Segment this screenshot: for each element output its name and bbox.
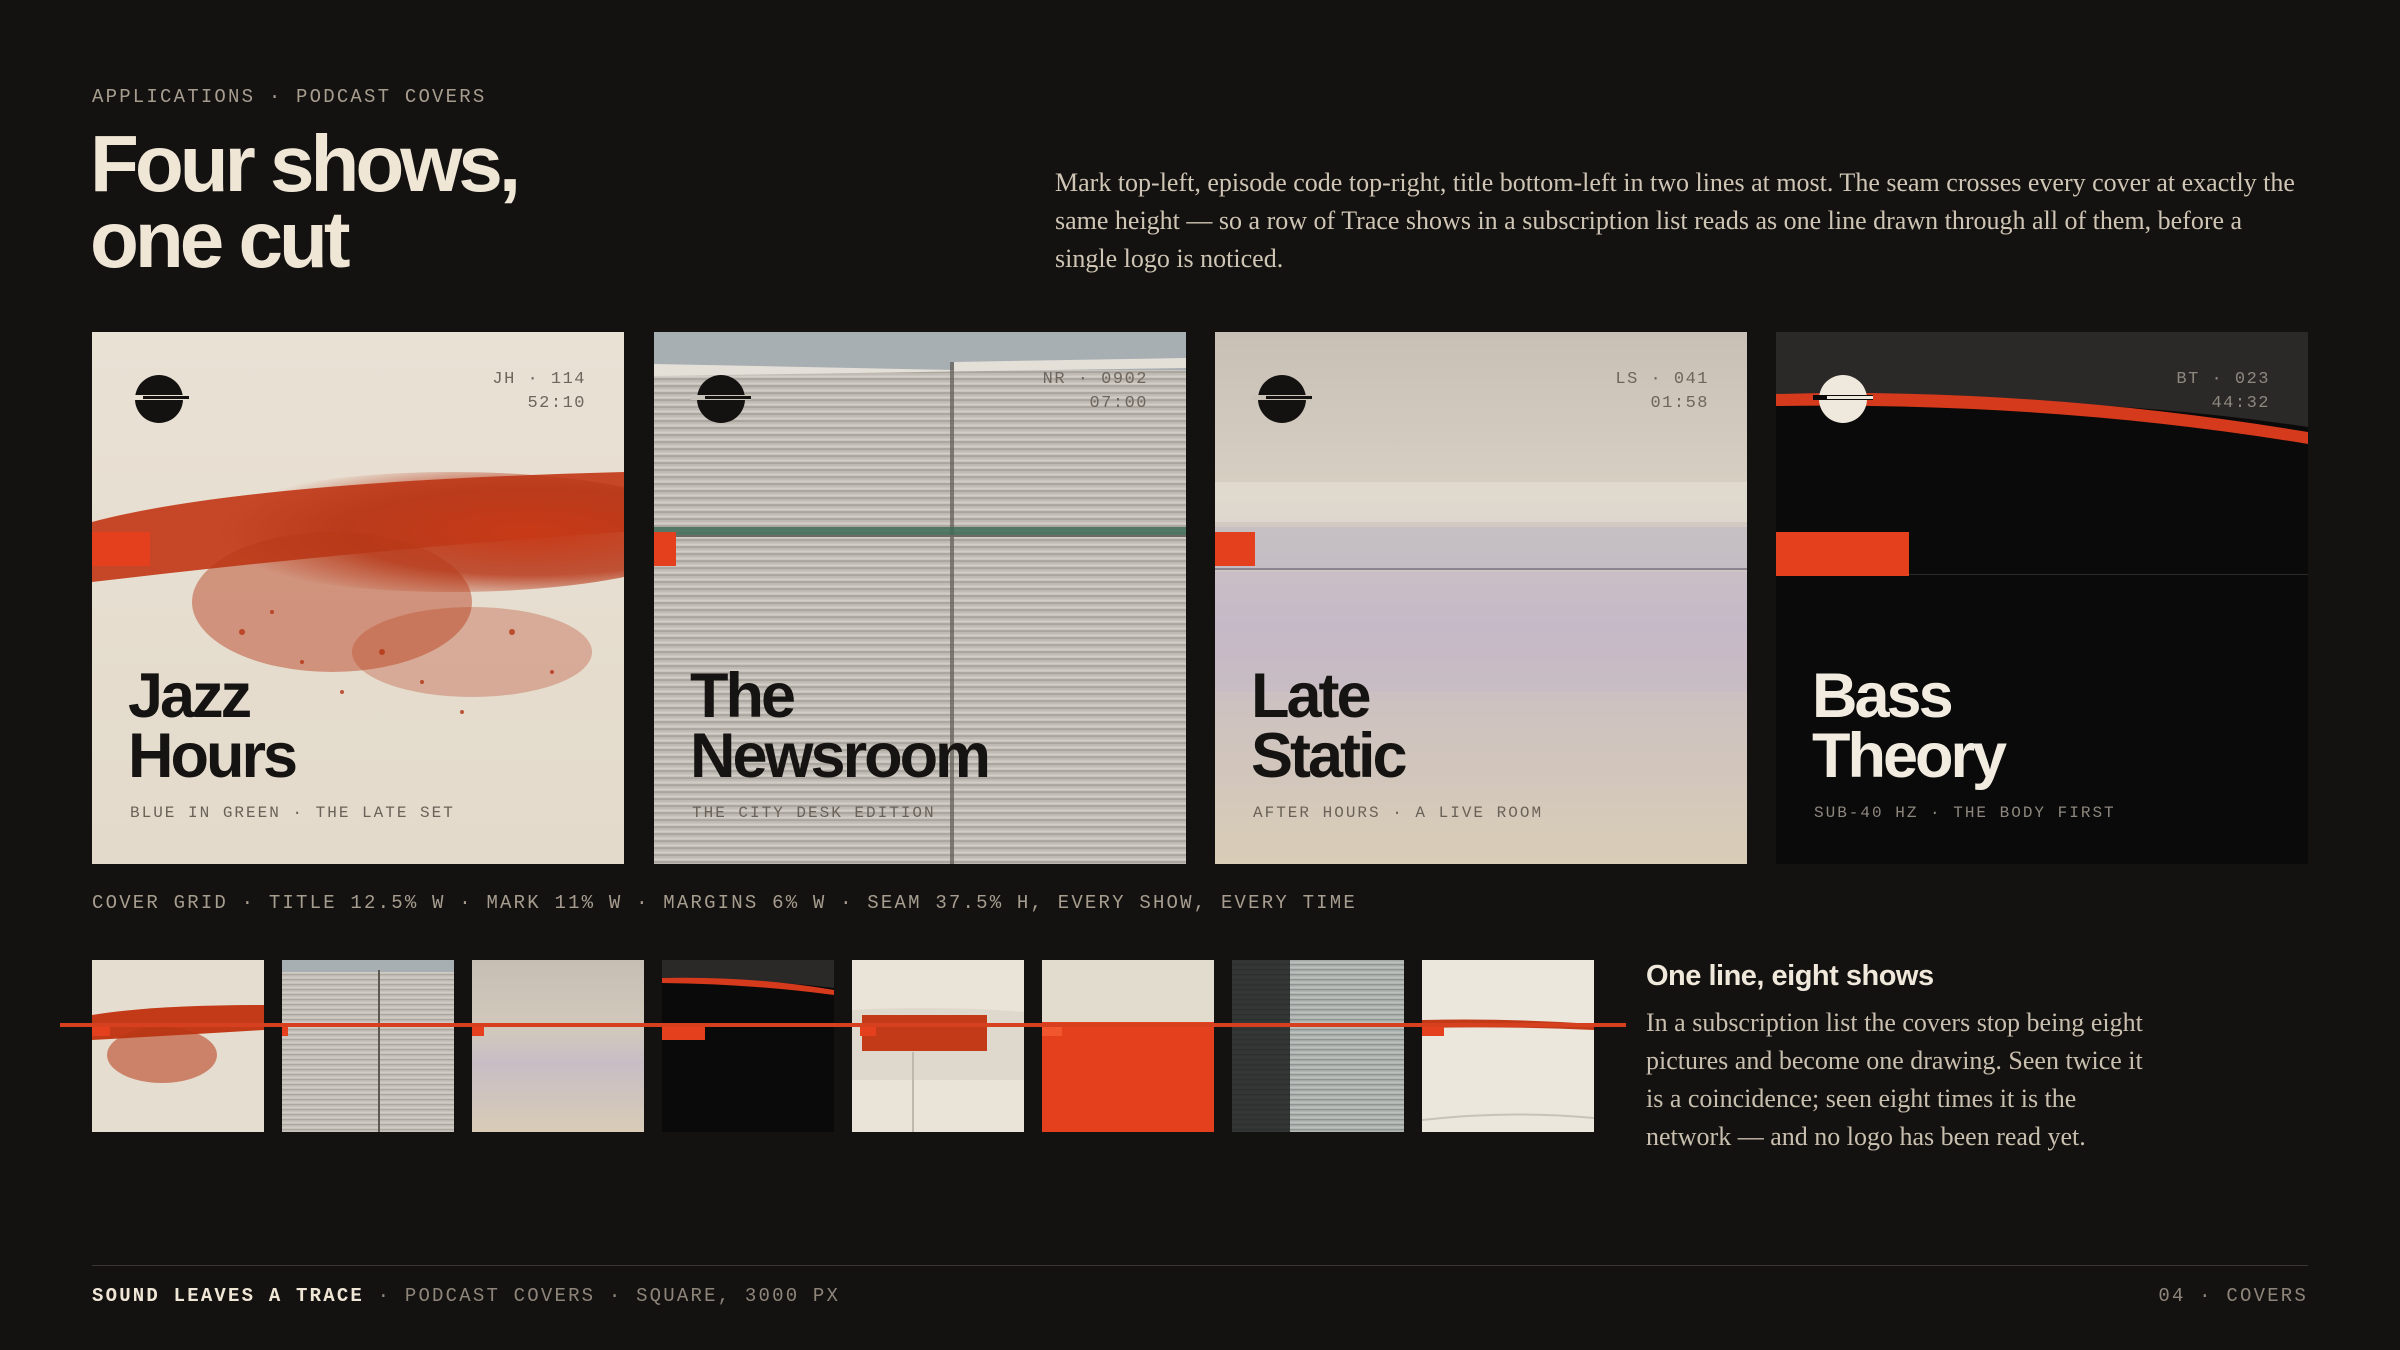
page-title-line-1: Four shows, bbox=[90, 119, 521, 208]
episode-duration: 52:10 bbox=[527, 394, 586, 413]
seam-line bbox=[60, 1023, 1626, 1027]
episode-number: NR · 0902 bbox=[1042, 370, 1148, 389]
show-title-line-1: Late bbox=[1251, 661, 1372, 731]
trace-mark-icon bbox=[1252, 375, 1312, 423]
show-title: Jazz Hours bbox=[128, 661, 298, 791]
thumbnail-art bbox=[282, 960, 454, 1132]
show-title-line-2: Theory bbox=[1812, 721, 2007, 791]
show-title: Bass Theory bbox=[1812, 661, 2007, 791]
footer-divider bbox=[92, 1265, 2308, 1266]
thumbnail-art bbox=[852, 1007, 1024, 1132]
show-title-line-1: Jazz bbox=[128, 661, 252, 731]
show-title-line-2: Newsroom bbox=[690, 721, 991, 791]
seam-tab bbox=[1215, 532, 1255, 566]
eyebrow: APPLICATIONS · PODCAST COVERS bbox=[92, 86, 487, 108]
show-subtitle: BLUE IN GREEN · THE LATE SET bbox=[130, 804, 455, 822]
show-subtitle: THE CITY DESK EDITION bbox=[692, 804, 936, 822]
footer-left: SOUND LEAVES A TRACE · PODCAST COVERS · … bbox=[92, 1285, 840, 1307]
section-body: In a subscription list the covers stop b… bbox=[1646, 1008, 2143, 1151]
episode-code: NR · 0902 07:00 bbox=[1043, 368, 1148, 416]
show-title: The Newsroom bbox=[690, 661, 991, 791]
show-subtitle: AFTER HOURS · A LIVE ROOM bbox=[1253, 804, 1544, 822]
thumbnail-cover[interactable] bbox=[282, 960, 454, 1132]
cover-the-newsroom[interactable]: NR · 0902 07:00 The Newsroom THE CITY DE… bbox=[654, 332, 1186, 864]
cover-bass-theory[interactable]: BT · 023 44:32 Bass Theory SUB-40 HZ · T… bbox=[1776, 332, 2308, 864]
episode-code: JH · 114 52:10 bbox=[492, 368, 586, 416]
show-subtitle: SUB-40 HZ · THE BODY FIRST bbox=[1814, 804, 2116, 822]
episode-code: BT · 023 44:32 bbox=[2176, 368, 2270, 416]
footer-details: · PODCAST COVERS · SQUARE, 3000 PX bbox=[364, 1285, 841, 1307]
cover-jazz-hours[interactable]: JH · 114 52:10 Jazz Hours BLUE IN GREEN … bbox=[92, 332, 624, 864]
page-title-line-2: one cut bbox=[90, 195, 350, 284]
episode-number: LS · 041 bbox=[1615, 370, 1709, 389]
intro-paragraph: Mark top-left, episode code top-right, t… bbox=[1055, 168, 2295, 273]
thumbnail-art bbox=[1232, 960, 1290, 1132]
show-title-line-2: Hours bbox=[128, 721, 298, 791]
thumbnail-art bbox=[1042, 1022, 1214, 1132]
trace-mark-icon bbox=[691, 375, 751, 423]
episode-number: JH · 114 bbox=[492, 370, 586, 389]
page-title: Four shows, one cut bbox=[90, 119, 521, 284]
cover-late-static[interactable]: LS · 041 01:58 Late Static AFTER HOURS ·… bbox=[1215, 332, 1747, 864]
seam-tab bbox=[654, 532, 676, 566]
footer-page-number: 04 · COVERS bbox=[2158, 1285, 2308, 1307]
thumbnail-cover[interactable] bbox=[662, 960, 834, 1132]
show-title-line-2: Static bbox=[1251, 721, 1408, 791]
show-title-line-1: The bbox=[690, 661, 796, 731]
section-title: One line, eight shows bbox=[1646, 960, 1934, 992]
thumbnail-cover[interactable] bbox=[472, 960, 644, 1132]
seam-tab bbox=[92, 532, 150, 566]
thumbnail-art bbox=[472, 1026, 484, 1036]
episode-code: LS · 041 01:58 bbox=[1615, 368, 1709, 416]
show-title-line-1: Bass bbox=[1812, 661, 1954, 731]
thumbnail-art bbox=[662, 960, 834, 1040]
thumbnail-cover[interactable] bbox=[1042, 960, 1214, 1132]
episode-duration: 01:58 bbox=[1650, 394, 1709, 413]
seam-tab bbox=[1776, 532, 1909, 576]
thumbnail-cover[interactable] bbox=[92, 960, 264, 1132]
grid-caption: COVER GRID · TITLE 12.5% W · MARK 11% W … bbox=[92, 892, 1357, 914]
footer-brand: SOUND LEAVES A TRACE bbox=[92, 1285, 365, 1307]
trace-mark-icon bbox=[129, 375, 189, 423]
trace-mark-icon bbox=[1813, 375, 1873, 423]
thumbnail-cover[interactable] bbox=[1232, 960, 1404, 1132]
thumbnail-cover[interactable] bbox=[852, 960, 1024, 1132]
episode-duration: 07:00 bbox=[1089, 394, 1148, 413]
thumbnail-art bbox=[1422, 1019, 1594, 1121]
thumbnail-cover[interactable] bbox=[1422, 960, 1594, 1132]
episode-duration: 44:32 bbox=[2211, 394, 2270, 413]
show-title: Late Static bbox=[1251, 661, 1408, 791]
episode-number: BT · 023 bbox=[2176, 370, 2270, 389]
thumbnail-art bbox=[92, 1005, 264, 1083]
